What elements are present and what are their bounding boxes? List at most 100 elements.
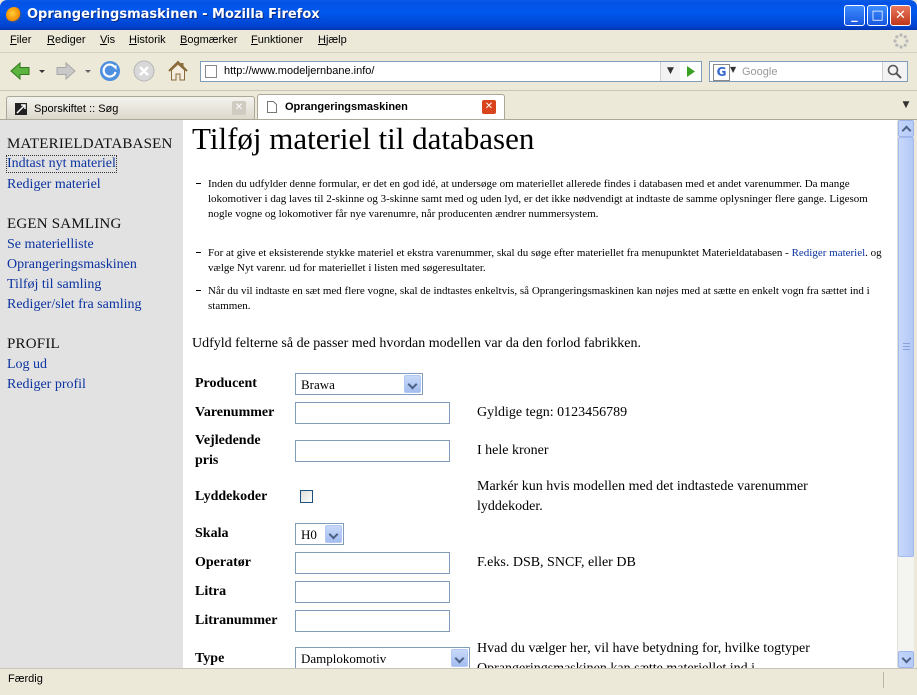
operator-label: Operatør [195,555,251,570]
tab-close-icon[interactable]: ✕ [482,100,496,114]
google-engine-icon[interactable]: G [713,64,730,81]
chevron-down-icon[interactable] [404,375,421,393]
varenummer-input[interactable] [295,402,450,424]
search-input[interactable]: Google [742,66,777,78]
home-icon[interactable] [166,59,190,83]
menu-hjaelp[interactable]: Hjælp [318,34,347,46]
info-note-3: Når du vil indtaste en sæt med flere vog… [196,284,888,314]
producent-value: Brawa [301,377,335,392]
skala-label: Skala [195,526,229,541]
sidebar-link-indtast-nyt-materiel[interactable]: Indtast nyt materiel [6,155,117,173]
sidebar-link-tilfoej-til-samling[interactable]: Tilføj til samling [7,277,101,293]
close-window-button[interactable]: ✕ [890,5,911,26]
tab-close-icon[interactable]: ✕ [232,101,246,115]
vertical-scrollbar[interactable] [897,120,914,668]
status-text: Færdig [8,673,43,685]
browser-window: Oprangeringsmaskinen - Mozilla Firefox _… [0,0,917,695]
search-magnifier-icon[interactable] [882,62,907,81]
info-note-1: Inden du udfylder denne formular, er det… [196,177,888,222]
title-bar: Oprangeringsmaskinen - Mozilla Firefox _… [0,0,917,30]
chevron-down-icon[interactable] [325,525,342,543]
pris-label: Vejledende pris [195,433,261,468]
page-favicon-icon [205,65,217,78]
type-select[interactable]: Damplokomotiv [295,647,470,668]
tab-list-dropdown-icon[interactable]: ▼ [898,97,914,113]
back-dropdown-icon[interactable] [36,59,48,83]
menu-vis[interactable]: Vis [100,34,115,46]
tab-label: Sporskiftet :: Søg [34,103,119,115]
window-title: Oprangeringsmaskinen - Mozilla Firefox [27,7,320,22]
throbber-icon [893,33,909,49]
tab-oprangeringsmaskinen[interactable]: Oprangeringsmaskinen ✕ [257,94,505,119]
engine-dropdown-icon[interactable]: ▼ [730,65,736,74]
litranummer-input[interactable] [295,610,450,632]
menu-bar: Filer Rediger Vis Historik Bogmærker Fun… [0,30,917,53]
scrollbar-thumb[interactable] [898,137,914,557]
sidebar-link-rediger-profil[interactable]: Rediger profil [7,377,86,393]
varenummer-hint: Gyldige tegn: 0123456789 [477,405,628,420]
sporskiftet-favicon-icon [15,103,27,115]
page-document-icon [267,101,277,113]
pris-hint: I hele kroner [477,443,549,458]
back-arrow-icon[interactable] [8,59,32,83]
menu-filer[interactable]: Filer [10,34,31,46]
sidebar-heading-profil: PROFIL [7,336,60,352]
page-content: MATERIELDATABASEN Indtast nyt materiel R… [0,120,897,668]
sidebar-link-log-ud[interactable]: Log ud [7,357,47,373]
skala-value: H0 [301,527,317,542]
address-history-dropdown[interactable]: ▼ [660,62,680,81]
litranummer-label: Litranummer [195,613,278,628]
tab-label: Oprangeringsmaskinen [285,101,408,113]
pris-input[interactable] [295,440,450,462]
lyddekoder-checkbox[interactable] [300,490,313,503]
status-bar: Færdig [0,668,917,695]
tab-sporskiftet[interactable]: Sporskiftet :: Søg ✕ [6,96,255,119]
lyddekoder-hint: Markér kun hvis modellen med det indtast… [477,479,808,514]
tab-bar: Sporskiftet :: Søg ✕ Oprangeringsmaskine… [0,91,917,120]
scroll-up-button[interactable] [898,120,914,137]
forward-dropdown-icon[interactable] [82,59,94,83]
address-bar[interactable]: http://www.modeljernbane.info/ ▼ [200,61,702,82]
menu-funktioner[interactable]: Funktioner [251,34,303,46]
info-note-3-text: Når du vil indtaste en sæt med flere vog… [208,285,870,312]
menu-historik[interactable]: Historik [129,34,166,46]
type-hint: Hvad du vælger her, vil have betydning f… [477,641,810,668]
maximize-button[interactable]: □ [867,5,888,26]
stop-icon[interactable] [132,59,156,83]
sidebar-heading-materieldatabasen: MATERIELDATABASEN [7,136,173,152]
forward-arrow-icon[interactable] [54,59,78,83]
litra-label: Litra [195,584,227,599]
menu-rediger[interactable]: Rediger [47,34,86,46]
type-label: Type [195,651,225,666]
status-divider [883,672,884,688]
lyddekoder-label: Lyddekoder [195,489,268,504]
info-note-2: For at give et eksisterende stykke mater… [196,246,888,276]
type-value: Damplokomotiv [301,651,387,666]
address-url[interactable]: http://www.modeljernbane.info/ [224,65,374,77]
chevron-down-icon[interactable] [451,649,468,667]
sidebar: MATERIELDATABASEN Indtast nyt materiel R… [0,120,183,668]
menu-bogmaerker[interactable]: Bogmærker [180,34,237,46]
page-title: Tilføj materiel til databasen [192,121,535,156]
bullet-mark [196,252,201,253]
varenummer-label: Varenummer [195,405,275,420]
scroll-down-button[interactable] [898,651,914,668]
sidebar-link-se-materielliste[interactable]: Se materielliste [7,237,94,253]
sidebar-heading-egen-samling: EGEN SAMLING [7,216,122,232]
go-arrow-icon[interactable] [680,62,701,81]
firefox-logo-icon [6,7,22,23]
bullet-mark [196,183,201,184]
skala-select[interactable]: H0 [295,523,344,545]
sidebar-link-oprangeringsmaskinen[interactable]: Oprangeringsmaskinen [7,257,137,273]
litra-input[interactable] [295,581,450,603]
producent-select[interactable]: Brawa [295,373,423,395]
operator-input[interactable] [295,552,450,574]
minimize-button[interactable]: _ [844,5,865,26]
grip-line [903,343,910,344]
search-bar[interactable]: G ▼ Google [709,61,908,82]
rediger-materiel-link[interactable]: Rediger materiel [792,247,866,259]
reload-icon[interactable] [98,59,122,83]
info-note-1-text: Inden du udfylder denne formular, er det… [208,178,868,220]
sidebar-link-rediger-slet[interactable]: Rediger/slet fra samling [7,297,142,313]
sidebar-link-rediger-materiel[interactable]: Rediger materiel [7,177,101,193]
